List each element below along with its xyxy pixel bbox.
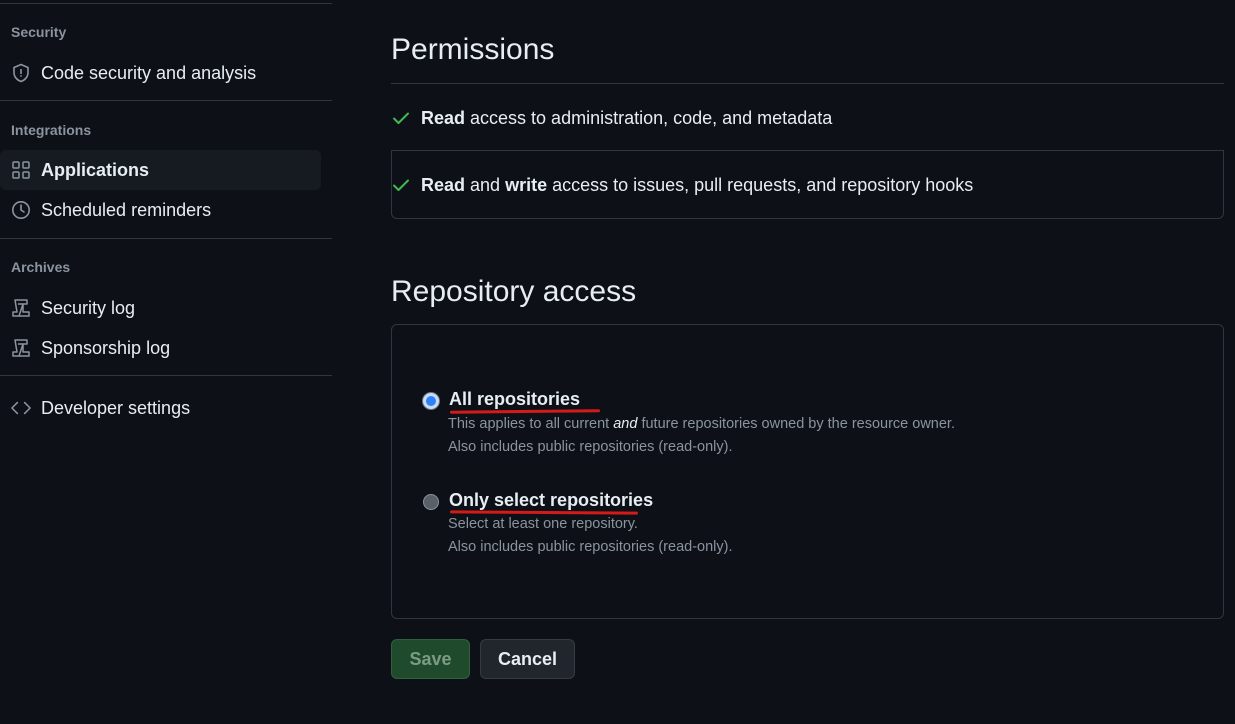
divider <box>391 83 1224 84</box>
permission-text: Read access to administration, code, and… <box>421 108 832 129</box>
radio-description: This applies to all current and future r… <box>448 416 955 432</box>
log-icon <box>11 338 31 358</box>
permission-level: Read <box>421 174 466 195</box>
annotation-underline <box>449 510 639 515</box>
permission-scope: access to administration, code, and meta… <box>465 107 833 128</box>
permission-level: Read <box>421 107 466 128</box>
permission-text: Read and write access to issues, pull re… <box>421 175 973 196</box>
permissions-title: Permissions <box>391 33 555 66</box>
radio-label[interactable]: All repositories <box>449 389 580 410</box>
sidebar-item-scheduled-reminders[interactable]: Scheduled reminders <box>0 190 321 230</box>
clock-icon <box>11 200 31 220</box>
sidebar-item-developer-settings[interactable]: Developer settings <box>0 388 321 428</box>
sidebar-item-label: Scheduled reminders <box>41 199 212 220</box>
sidebar-divider <box>0 3 332 4</box>
annotation-underline <box>449 409 601 414</box>
radio-description: Select at least one repository. <box>448 516 638 532</box>
code-icon <box>11 398 31 418</box>
sidebar-divider <box>0 375 332 376</box>
sidebar-divider <box>0 238 332 239</box>
permission-text-part: and <box>465 174 506 195</box>
check-icon <box>392 108 412 128</box>
sidebar-item-label: Applications <box>41 159 150 180</box>
radio-description: Also includes public repositories (read-… <box>448 439 733 455</box>
divider <box>391 150 1224 151</box>
page: Security Code security and analysis Inte… <box>0 0 1235 724</box>
sidebar-item-label: Developer settings <box>41 397 191 418</box>
radio-description: Also includes public repositories (read-… <box>448 539 733 555</box>
only-select-repositories-radio[interactable] <box>423 494 439 510</box>
sidebar-item-label: Security log <box>41 297 136 318</box>
permission-row: Read and write access to issues, pull re… <box>391 170 1224 200</box>
all-repositories-radio[interactable] <box>423 393 439 409</box>
sidebar-heading-security: Security <box>11 24 67 40</box>
repository-access-box: All repositories This applies to all cur… <box>391 324 1224 619</box>
cancel-button[interactable]: Cancel <box>480 639 575 679</box>
settings-sidebar: Security Code security and analysis Inte… <box>0 0 332 724</box>
save-button[interactable]: Save <box>391 639 470 679</box>
permission-row: Read access to administration, code, and… <box>391 103 1224 133</box>
permission-level: write <box>505 174 548 195</box>
sidebar-heading-archives: Archives <box>11 259 71 275</box>
permission-scope: access to issues, pull requests, and rep… <box>547 174 974 195</box>
radio-description-emphasis: and <box>613 416 638 432</box>
sidebar-divider <box>0 100 332 101</box>
sidebar-item-security-log[interactable]: Security log <box>0 288 321 328</box>
sidebar-item-code-security[interactable]: Code security and analysis <box>0 53 321 93</box>
apps-grid-icon <box>11 160 31 180</box>
sidebar-item-sponsorship-log[interactable]: Sponsorship log <box>0 328 321 368</box>
check-icon <box>392 175 412 195</box>
sidebar-heading-integrations: Integrations <box>11 122 92 138</box>
main-content: Permissions Read access to administratio… <box>391 0 1224 724</box>
log-icon <box>11 298 31 318</box>
sidebar-item-applications[interactable]: Applications <box>0 150 321 190</box>
radio-label[interactable]: Only select repositories <box>449 490 653 511</box>
shield-icon <box>11 63 31 83</box>
sidebar-item-label: Code security and analysis <box>41 62 257 83</box>
sidebar-item-label: Sponsorship log <box>41 337 171 358</box>
radio-description-text: future repositories owned by the resourc… <box>637 416 955 432</box>
radio-description-text: This applies to all current <box>448 416 614 432</box>
repository-access-title: Repository access <box>391 275 637 308</box>
